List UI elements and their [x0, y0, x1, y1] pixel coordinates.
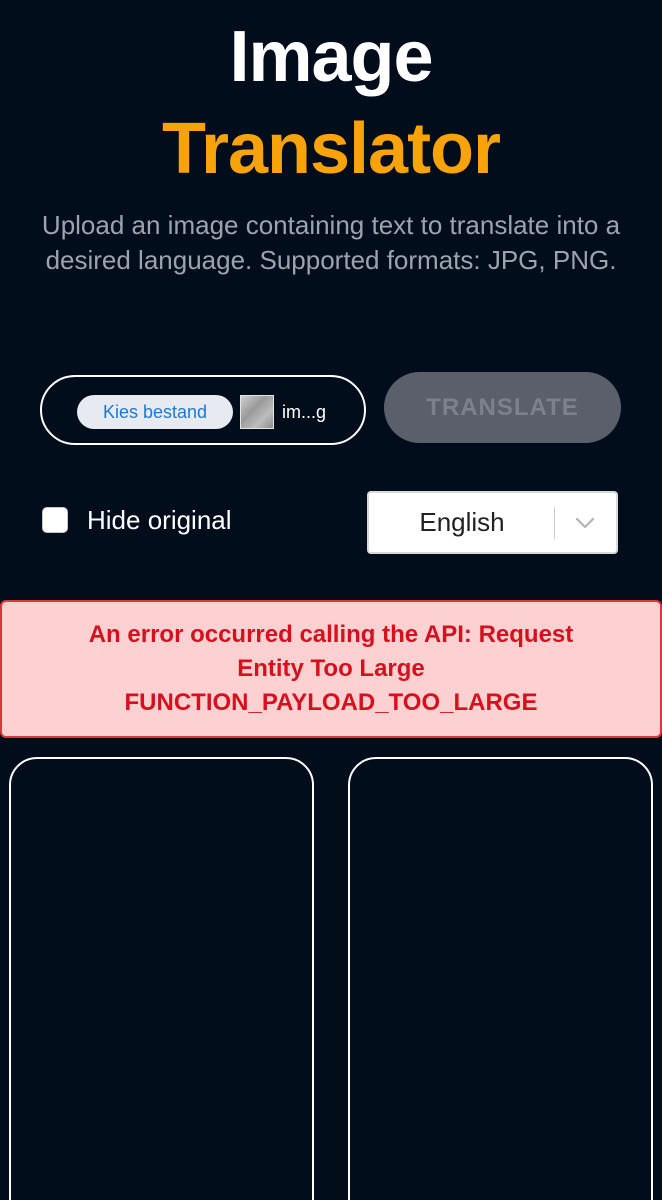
file-input[interactable]: Kies bestand im...g: [40, 375, 366, 445]
page-title-accent: Translator: [161, 109, 501, 189]
hide-original-label[interactable]: Hide original: [87, 502, 232, 538]
select-divider: [554, 507, 555, 539]
language-select-value: English: [419, 507, 505, 537]
chevron-down-icon[interactable]: [571, 511, 599, 535]
page-description: Upload an image containing text to trans…: [41, 210, 621, 275]
error-line-1: An error occurred calling the API: Reque…: [88, 621, 574, 648]
original-image-panel: [9, 757, 314, 1200]
selected-file-name: im...g: [282, 402, 327, 422]
translated-image-panel: [348, 757, 653, 1200]
language-select[interactable]: English: [367, 491, 618, 554]
translate-button[interactable]: TRANSLATE: [384, 372, 621, 443]
page: Image Translator Upload an image contain…: [0, 0, 662, 1200]
error-line-3: FUNCTION_PAYLOAD_TOO_LARGE: [124, 689, 538, 716]
file-thumbnail-image: [240, 395, 274, 429]
page-title: Image: [229, 17, 433, 97]
error-line-2: Entity Too Large: [237, 655, 425, 682]
choose-file-button[interactable]: Kies bestand: [77, 395, 233, 429]
error-message: An error occurred calling the API: Reque…: [0, 600, 662, 738]
hide-original-checkbox[interactable]: [42, 507, 68, 533]
